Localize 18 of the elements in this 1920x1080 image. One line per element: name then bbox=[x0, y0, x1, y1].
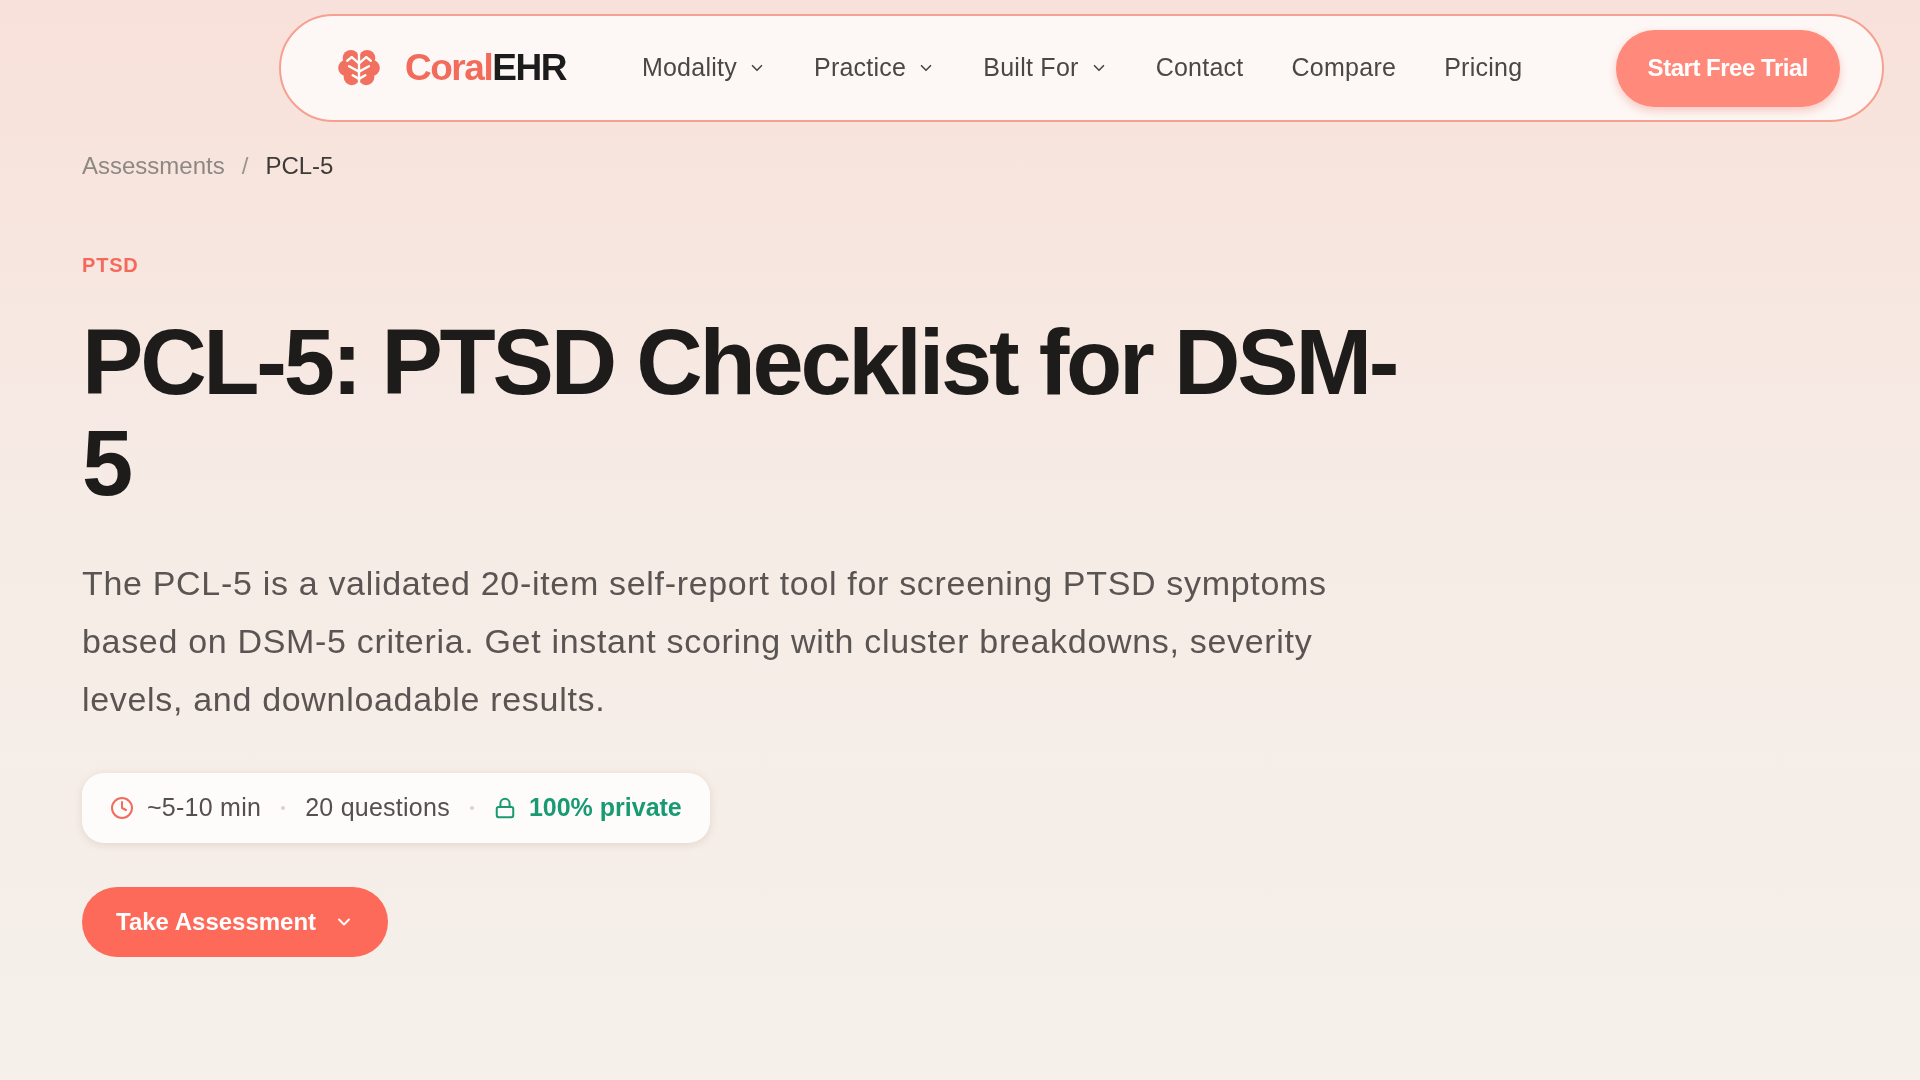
nav-link[interactable]: Compare bbox=[1291, 49, 1397, 87]
lock-icon bbox=[493, 797, 516, 819]
question-count-text: 20 questions bbox=[305, 792, 450, 824]
nav-dropdown[interactable]: Practice bbox=[813, 49, 936, 87]
page-title: PCL-5: PTSD Checklist for DSM-5 bbox=[82, 312, 1398, 514]
brand-name[interactable]: CoralEHR bbox=[405, 40, 566, 96]
brain-logo-icon bbox=[338, 49, 380, 87]
nav-link[interactable]: Contact bbox=[1155, 49, 1244, 87]
nav-link[interactable]: Pricing bbox=[1444, 49, 1523, 87]
duration-text: ~5-10 min bbox=[147, 792, 262, 824]
nav-dropdown[interactable]: Built For bbox=[983, 49, 1108, 87]
breadcrumb-separator: / bbox=[241, 151, 249, 181]
clock-icon bbox=[110, 796, 134, 820]
privacy-text: 100% private bbox=[528, 792, 682, 824]
nav-dropdown[interactable]: Modality bbox=[641, 49, 766, 87]
breadcrumb-link[interactable]: PCL-5 bbox=[265, 148, 334, 184]
description-paragraph: The PCL-5 is a validated 20-item self-report tool for screening PTSD symptoms based on DSM-5 criteria. Get instant scoring with cluster breakdowns, severity levels, and downloadable results. bbox=[82, 563, 1328, 720]
category-label: PTSD bbox=[82, 253, 139, 278]
